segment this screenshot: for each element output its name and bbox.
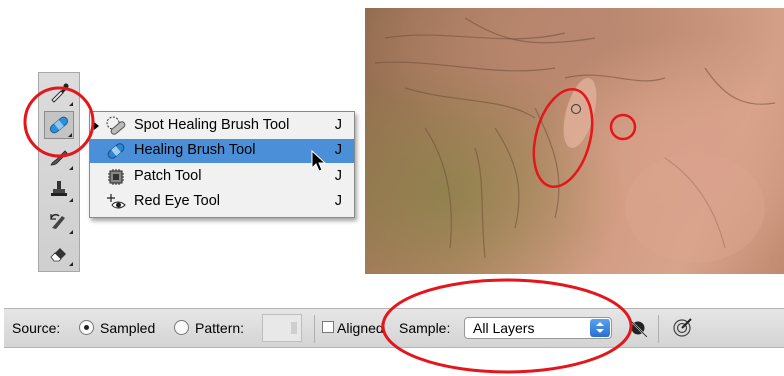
stamp-icon <box>51 181 67 196</box>
ignore-adjustment-layers-icon[interactable] <box>631 319 647 337</box>
menu-item-shortcut: J <box>334 168 342 184</box>
history-brush-icon <box>50 213 65 229</box>
pattern-label: Pattern: <box>195 320 245 336</box>
pattern-dropdown-icon <box>291 322 297 334</box>
menu-item-shortcut: J <box>334 117 342 133</box>
source-pattern-radio[interactable] <box>174 320 189 335</box>
aligned-checkbox[interactable] <box>322 321 334 333</box>
pressure-for-size-icon[interactable] <box>672 318 692 338</box>
pattern-picker[interactable] <box>262 314 302 342</box>
current-tool-marker-icon <box>94 122 99 130</box>
red-eye-icon <box>107 194 126 209</box>
brush-icon <box>50 150 68 166</box>
menu-item-shortcut: J <box>334 142 342 158</box>
source-label: Source: <box>12 320 61 336</box>
menu-item-label: Patch Tool <box>134 168 202 184</box>
menu-item-label: Healing Brush Tool <box>134 142 256 158</box>
menu-item-shortcut: J <box>334 193 342 209</box>
sample-select-value: All Layers <box>473 320 535 336</box>
spot-healing-icon <box>106 116 126 135</box>
healing-tool-button[interactable] <box>44 111 74 139</box>
eraser-icon <box>50 248 66 262</box>
history-brush-tool-button[interactable] <box>44 207 74 235</box>
divider <box>314 315 315 343</box>
menu-item-red-eye[interactable]: Red Eye Tool J <box>90 190 354 214</box>
divider <box>658 315 659 343</box>
sample-select[interactable]: All Layers <box>464 317 612 339</box>
photo-canvas[interactable] <box>365 8 784 274</box>
toolbox-panel <box>38 72 80 272</box>
menu-item-spot-healing-brush[interactable]: Spot Healing Brush Tool J <box>90 114 354 138</box>
select-arrows-icon <box>590 319 610 337</box>
eraser-tool-button[interactable] <box>44 239 74 267</box>
menu-item-label: Spot Healing Brush Tool <box>134 117 290 133</box>
sample-label: Sample: <box>399 320 451 336</box>
aligned-label: Aligned <box>337 320 384 336</box>
patch-icon <box>108 169 124 185</box>
tool-options-bar: Source: Sampled Pattern: Aligned Sample:… <box>4 308 784 348</box>
clone-stamp-tool-button[interactable] <box>44 175 74 203</box>
skin-texture <box>374 17 776 263</box>
sampled-label: Sampled <box>100 320 156 336</box>
menu-item-label: Red Eye Tool <box>134 193 220 209</box>
brush-tool-button[interactable] <box>44 143 74 171</box>
source-sampled-radio[interactable] <box>79 320 94 335</box>
eyedropper-tool-button[interactable] <box>44 79 74 107</box>
eyedropper-icon <box>51 83 69 103</box>
healing-brush-icon <box>107 143 125 159</box>
mouse-cursor-icon <box>311 150 327 172</box>
